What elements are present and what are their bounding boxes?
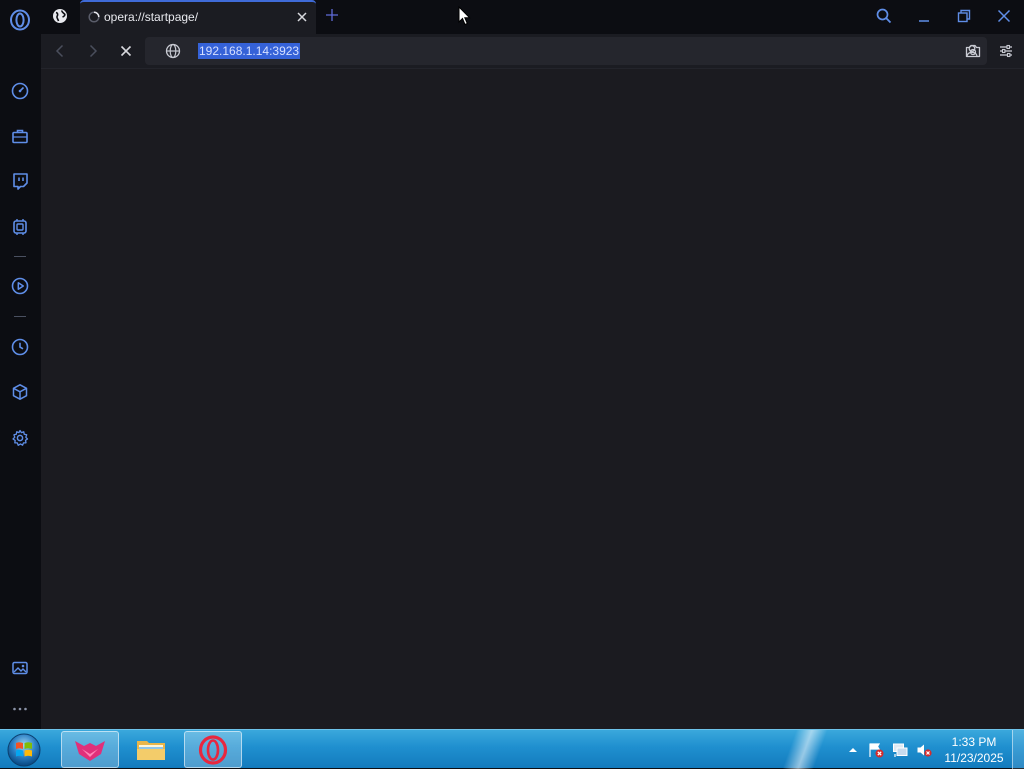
sidebar-extensions[interactable] <box>8 380 32 404</box>
sidebar-workspaces[interactable] <box>8 124 32 148</box>
tray-action-center[interactable] <box>868 742 884 758</box>
sidebar-speed-dial[interactable] <box>8 79 32 103</box>
forward-button[interactable] <box>83 41 103 61</box>
sidebar-twitch[interactable] <box>8 169 32 193</box>
minimize-button[interactable] <box>912 5 936 27</box>
ai-chip-icon <box>13 219 27 235</box>
opera-menu-button[interactable] <box>8 8 32 32</box>
back-button[interactable] <box>50 41 70 61</box>
site-info-globe-icon[interactable] <box>165 43 181 59</box>
sidebar-settings[interactable] <box>8 426 32 450</box>
speed-dial-icon <box>11 82 29 100</box>
close-icon <box>297 12 307 22</box>
tab-title: opera://startpage/ <box>104 10 199 24</box>
play-circle-icon <box>11 277 29 295</box>
clock-time: 1:33 PM <box>951 735 997 749</box>
address-bar[interactable]: 192.168.1.14:3923 <box>145 37 987 65</box>
pinned-tab[interactable] <box>50 6 70 26</box>
sidebar-gallery[interactable] <box>8 656 32 680</box>
chevron-right-icon <box>89 44 98 58</box>
browser-sidebar <box>0 0 41 729</box>
sidebar-aria[interactable] <box>8 215 32 239</box>
taskbar-glow <box>760 730 850 769</box>
minimize-icon <box>919 20 929 22</box>
clock-date: 11/23/2025 <box>944 751 1004 765</box>
briefcase-icon <box>12 129 28 144</box>
close-icon <box>997 9 1011 23</box>
sidebar-history[interactable] <box>8 335 32 359</box>
page-content[interactable] <box>41 68 1024 729</box>
close-icon <box>120 45 132 57</box>
cube-icon <box>12 384 28 400</box>
more-dots-icon <box>13 707 27 711</box>
windows-taskbar: 1:33 PM 11/23/2025 <box>0 729 1024 769</box>
restore-button[interactable] <box>952 5 976 27</box>
tray-show-hidden-button[interactable] <box>845 742 861 758</box>
stop-loading-button[interactable] <box>116 41 136 61</box>
twitch-icon <box>13 173 28 190</box>
sliders-icon <box>1000 44 1012 58</box>
profile-button[interactable] <box>962 41 982 61</box>
taskbar-opera-browser[interactable] <box>184 731 242 768</box>
gallery-icon <box>12 661 28 675</box>
tab-search-button[interactable] <box>872 5 896 27</box>
tab-strip: opera://startpage/ <box>41 0 1024 34</box>
opera-logo-icon <box>198 734 228 765</box>
chevron-left-icon <box>55 44 64 58</box>
search-icon <box>876 8 892 24</box>
new-tab-button[interactable] <box>323 6 341 24</box>
easy-setup-button[interactable] <box>996 41 1016 61</box>
settings-gear-icon <box>12 429 29 446</box>
network-monitor-icon <box>893 743 908 757</box>
fox-logo-icon <box>75 740 105 761</box>
tab-active[interactable]: opera://startpage/ <box>80 0 316 34</box>
address-input[interactable]: 192.168.1.14:3923 <box>198 43 301 59</box>
start-button[interactable] <box>6 732 42 768</box>
flag-error-icon <box>869 743 884 758</box>
show-desktop-button[interactable] <box>1012 730 1024 769</box>
plus-icon <box>326 9 338 21</box>
sidebar-divider <box>14 256 26 257</box>
tray-volume[interactable] <box>916 742 932 758</box>
opera-logo-icon <box>10 9 30 31</box>
mouse-cursor-icon <box>458 6 471 26</box>
close-window-button[interactable] <box>992 5 1016 27</box>
sidebar-divider <box>14 316 26 317</box>
speaker-muted-icon <box>917 744 932 757</box>
globe-icon <box>53 9 67 23</box>
chevron-up-icon <box>849 748 857 752</box>
browser-toolbar: 192.168.1.14:3923 <box>41 34 1024 68</box>
folder-icon <box>137 740 165 760</box>
taskbar-file-explorer[interactable] <box>122 731 180 768</box>
history-clock-icon <box>11 338 29 356</box>
taskbar-gx-app[interactable] <box>61 731 119 768</box>
loading-spinner-icon <box>88 11 100 23</box>
tray-network[interactable] <box>892 742 908 758</box>
tab-close-button[interactable] <box>294 9 310 25</box>
sidebar-player[interactable] <box>8 274 32 298</box>
user-icon <box>966 45 978 58</box>
system-clock[interactable]: 1:33 PM 11/23/2025 <box>940 734 1008 766</box>
restore-icon <box>957 9 971 23</box>
sidebar-more[interactable] <box>8 697 32 721</box>
